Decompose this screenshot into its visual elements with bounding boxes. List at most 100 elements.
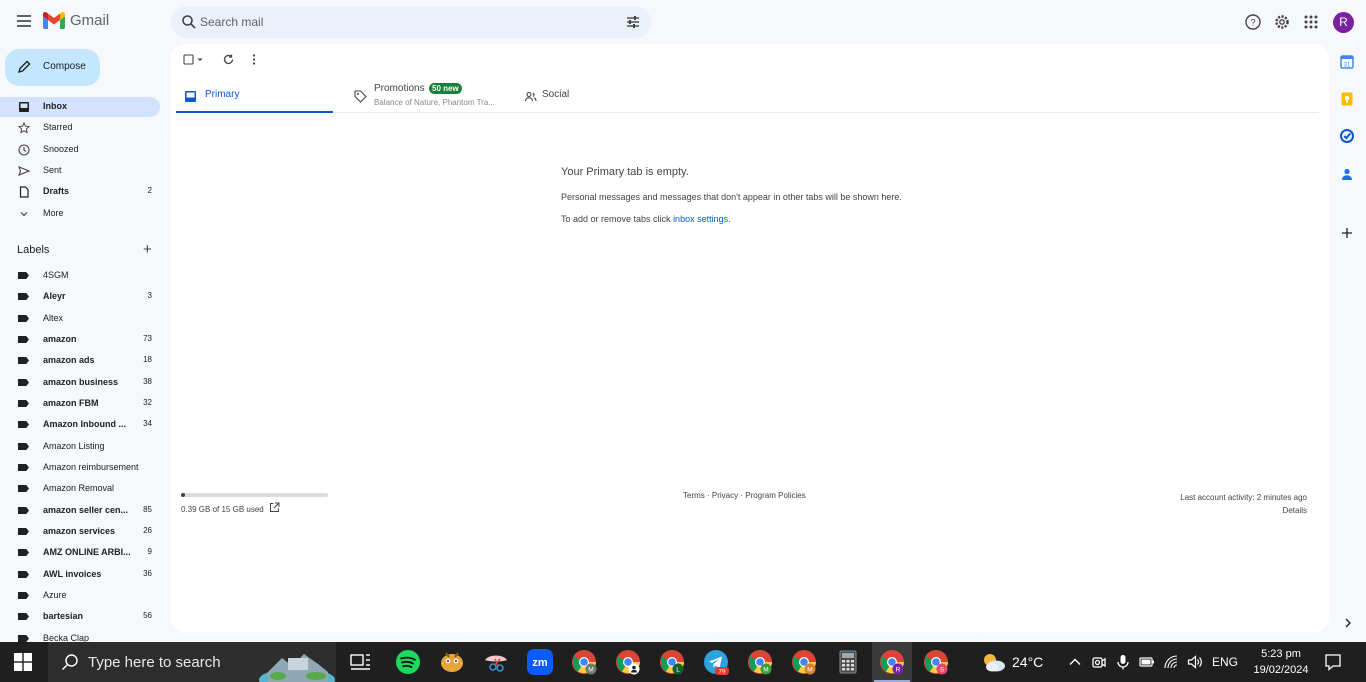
more-options-icon[interactable] bbox=[251, 53, 257, 66]
weather-widget[interactable]: 24°C bbox=[980, 650, 1043, 674]
label-name: amazon seller cen... bbox=[43, 505, 129, 515]
show-hidden-icons-chevron-up-icon[interactable] bbox=[1067, 654, 1083, 670]
label-item[interactable]: Aleyr 3 bbox=[0, 286, 160, 306]
apps-grid-icon[interactable] bbox=[1302, 13, 1320, 31]
main-menu-button[interactable] bbox=[14, 12, 34, 32]
label-item[interactable]: Becka Clap bbox=[0, 628, 160, 642]
chrome-profile-m-green-icon[interactable]: M bbox=[746, 648, 774, 676]
search-icon[interactable] bbox=[181, 14, 197, 30]
input-language[interactable]: ENG bbox=[1212, 655, 1238, 669]
labels-heading: Labels bbox=[17, 244, 50, 256]
nav-starred[interactable]: Starred bbox=[0, 118, 160, 138]
clock-date: 19/02/2024 bbox=[1253, 664, 1309, 676]
wifi-icon[interactable] bbox=[1163, 654, 1179, 670]
pet-app-icon[interactable] bbox=[438, 648, 466, 676]
label-item[interactable]: Amazon Inbound ... 34 bbox=[0, 414, 160, 434]
volume-icon[interactable] bbox=[1187, 654, 1203, 670]
spotify-icon[interactable] bbox=[394, 648, 422, 676]
gmail-logo[interactable]: Gmail bbox=[43, 12, 109, 29]
label-item[interactable]: Amazon reimbursement bbox=[0, 457, 160, 477]
label-item[interactable]: Amazon Removal bbox=[0, 478, 160, 498]
star-icon bbox=[18, 122, 30, 134]
chrome-profile-m-orange-icon[interactable]: M bbox=[790, 648, 818, 676]
label-item[interactable]: AMZ ONLINE ARBI... 9 bbox=[0, 542, 160, 562]
search-options-icon[interactable] bbox=[625, 14, 641, 30]
label-item[interactable]: Azure bbox=[0, 585, 160, 605]
label-item[interactable]: Altex bbox=[0, 308, 160, 328]
zoom-icon[interactable]: zm bbox=[526, 648, 554, 676]
label-name: Amazon Removal bbox=[43, 483, 115, 493]
calendar-icon[interactable]: 31 bbox=[1339, 54, 1355, 70]
windows-start-icon[interactable] bbox=[14, 653, 32, 671]
label-tag-icon bbox=[18, 443, 29, 450]
label-name: amazon ads bbox=[43, 355, 95, 365]
chrome-profile-s-icon[interactable]: S bbox=[922, 648, 950, 676]
chevron-right-icon[interactable] bbox=[1341, 616, 1355, 630]
taskbar-search-placeholder: Type here to search bbox=[88, 654, 221, 671]
nav-drafts[interactable]: Drafts 2 bbox=[0, 182, 160, 202]
task-view-icon[interactable] bbox=[346, 648, 374, 676]
label-item[interactable]: amazon ads 18 bbox=[0, 350, 160, 370]
label-item[interactable]: 4SGM bbox=[0, 265, 160, 285]
label-item[interactable]: amazon business 38 bbox=[0, 372, 160, 392]
label-tag-icon bbox=[18, 635, 29, 642]
svg-text:S: S bbox=[940, 667, 945, 674]
system-clock[interactable]: 5:23 pm 19/02/2024 bbox=[1250, 646, 1312, 678]
tab-promotions[interactable]: Promotions 50 new Balance of Nature, Pha… bbox=[346, 80, 501, 113]
label-item[interactable]: amazon 73 bbox=[0, 329, 160, 349]
camera-in-use-icon[interactable] bbox=[1091, 654, 1107, 670]
tab-social[interactable]: Social bbox=[516, 80, 616, 113]
label-item[interactable]: Amazon Listing bbox=[0, 436, 160, 456]
svg-text:?: ? bbox=[1250, 18, 1255, 28]
open-external-icon[interactable] bbox=[269, 502, 280, 513]
account-avatar[interactable]: R bbox=[1333, 12, 1354, 33]
activity-details-link[interactable]: Details bbox=[1180, 504, 1307, 517]
label-item[interactable]: AWL invoices 36 bbox=[0, 564, 160, 584]
label-tag-icon bbox=[18, 464, 29, 471]
label-item[interactable]: amazon services 26 bbox=[0, 521, 160, 541]
keep-icon[interactable] bbox=[1339, 91, 1355, 107]
chrome-profile-l-icon[interactable]: L bbox=[658, 648, 686, 676]
compose-button[interactable]: Compose bbox=[5, 49, 100, 86]
nav-more[interactable]: More bbox=[0, 204, 160, 224]
telegram-icon[interactable]: 79 bbox=[702, 648, 730, 676]
calculator-icon[interactable] bbox=[834, 648, 862, 676]
contacts-icon[interactable] bbox=[1339, 166, 1355, 182]
header: Gmail ? R bbox=[0, 0, 1366, 44]
search-icon bbox=[62, 654, 78, 670]
chrome-profile-r-icon[interactable]: R bbox=[878, 648, 906, 676]
add-addon-icon[interactable] bbox=[1339, 225, 1355, 241]
select-all-checkbox[interactable] bbox=[183, 54, 207, 66]
privacy-link[interactable]: Privacy bbox=[712, 491, 738, 500]
label-item[interactable]: amazon seller cen... 85 bbox=[0, 500, 160, 520]
settings-suffix: . bbox=[728, 214, 731, 224]
settings-gear-icon[interactable] bbox=[1273, 13, 1291, 31]
svg-text:31: 31 bbox=[1344, 63, 1351, 69]
chrome-profile-m-icon[interactable]: M bbox=[570, 648, 598, 676]
inbox-settings-link[interactable]: inbox settings bbox=[673, 214, 728, 224]
chrome-profile-person-icon[interactable] bbox=[614, 648, 642, 676]
terms-link[interactable]: Terms bbox=[683, 491, 705, 500]
tasks-icon[interactable] bbox=[1339, 128, 1355, 144]
label-item[interactable]: bartesian 56 bbox=[0, 606, 160, 626]
nav-sent[interactable]: Sent bbox=[0, 161, 160, 181]
label-count: 3 bbox=[147, 291, 152, 300]
app-name: Gmail bbox=[70, 12, 110, 29]
help-icon[interactable]: ? bbox=[1244, 13, 1262, 31]
label-name: AMZ ONLINE ARBI... bbox=[43, 547, 131, 557]
snipping-tool-icon[interactable] bbox=[482, 648, 510, 676]
taskbar-search[interactable]: Type here to search bbox=[48, 642, 336, 682]
program-policies-link[interactable]: Program Policies bbox=[745, 491, 805, 500]
new-count-badge: 50 new bbox=[429, 83, 462, 94]
notification-center-icon[interactable] bbox=[1324, 653, 1342, 671]
nav-inbox[interactable]: Inbox bbox=[0, 97, 160, 117]
add-label-button[interactable]: + bbox=[143, 242, 152, 257]
nav-snoozed[interactable]: Snoozed bbox=[0, 140, 160, 160]
microphone-icon[interactable] bbox=[1115, 654, 1131, 670]
send-icon bbox=[18, 166, 30, 176]
tab-primary[interactable]: Primary bbox=[176, 80, 333, 113]
label-item[interactable]: amazon FBM 32 bbox=[0, 393, 160, 413]
refresh-icon[interactable] bbox=[222, 53, 235, 66]
battery-icon[interactable] bbox=[1139, 654, 1155, 670]
search-input[interactable] bbox=[200, 14, 600, 30]
